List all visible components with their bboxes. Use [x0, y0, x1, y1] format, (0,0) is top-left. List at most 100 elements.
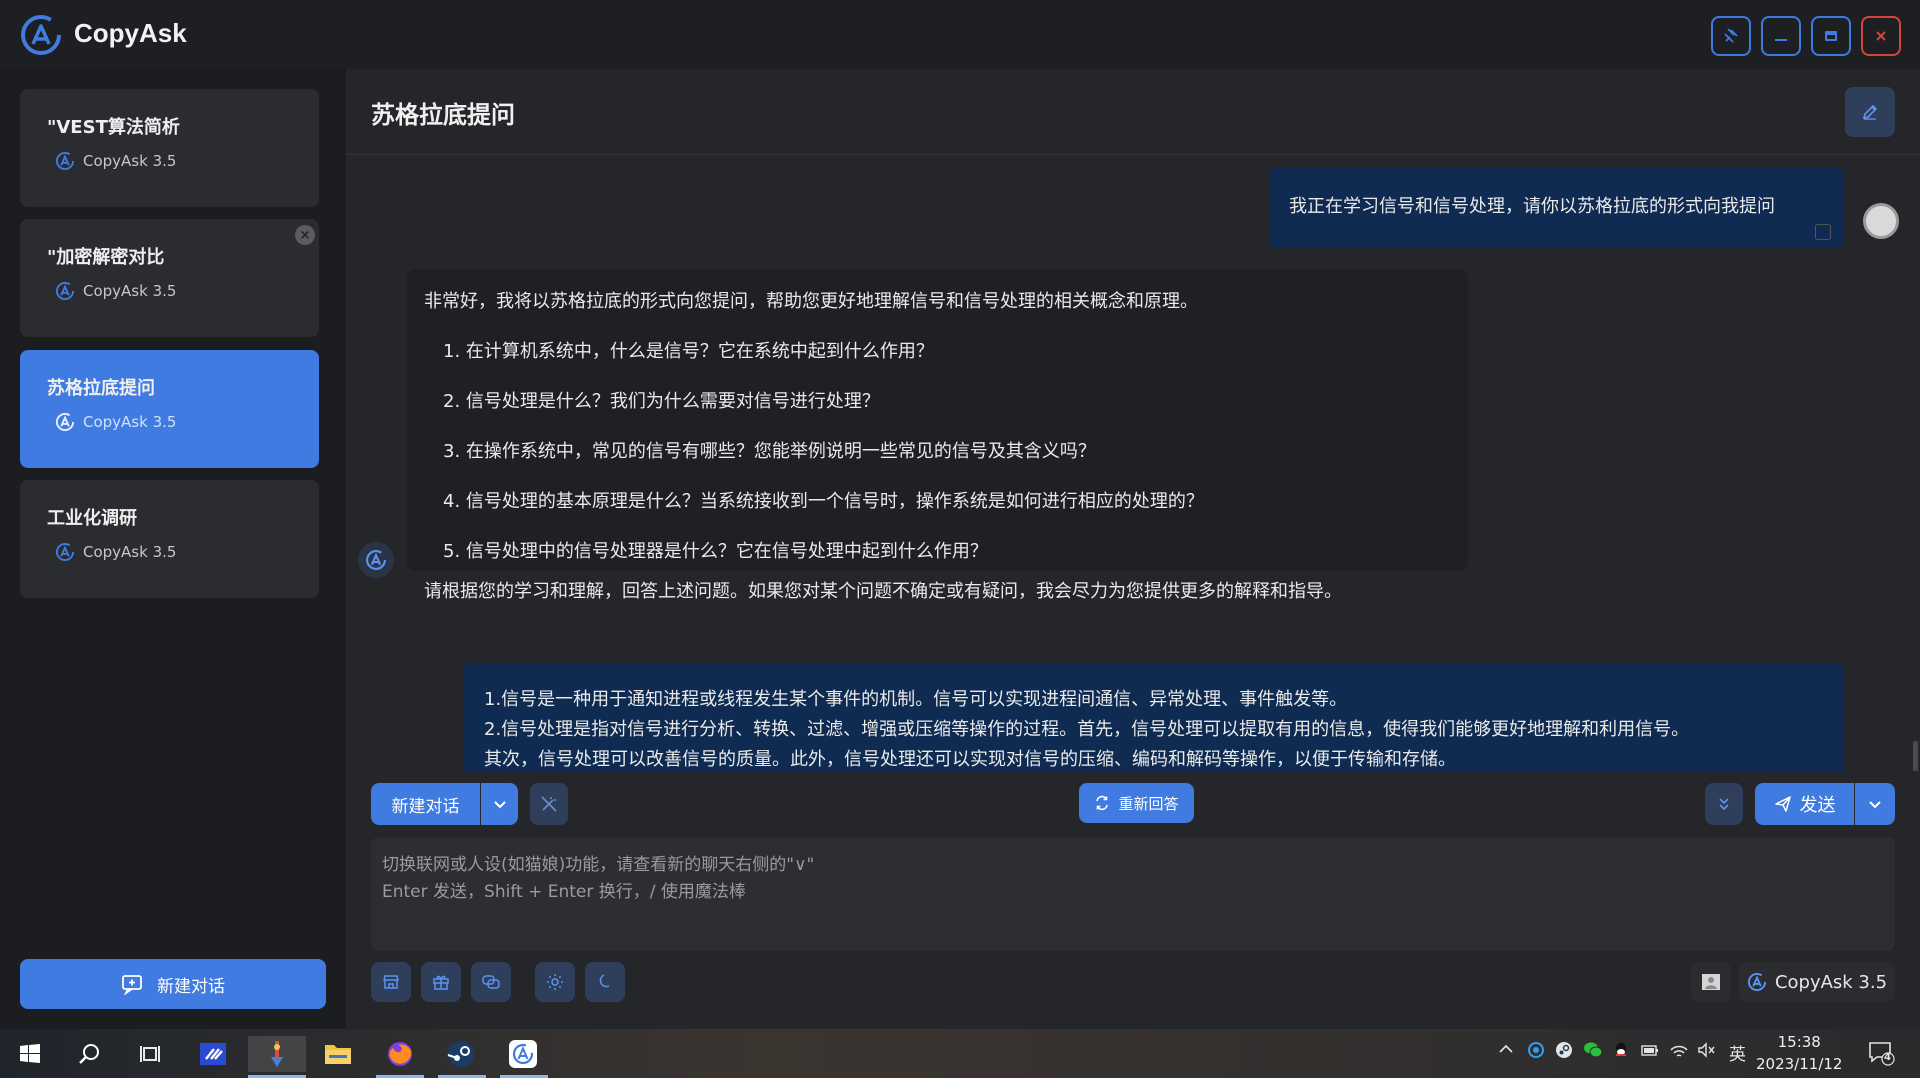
new-chat-label: 新建对话: [391, 796, 460, 817]
gift-button[interactable]: [421, 962, 461, 1002]
copyask-logo-icon: [55, 412, 75, 432]
notification-count: 4: [1884, 1052, 1891, 1063]
taskbar-app[interactable]: [380, 1036, 420, 1072]
tray-qq-icon[interactable]: [1613, 1041, 1629, 1063]
title-bar: CopyAsk: [0, 0, 1920, 69]
task-view-button[interactable]: [130, 1036, 170, 1072]
send-button[interactable]: 发送: [1755, 783, 1854, 825]
theme-toggle-button[interactable]: [585, 962, 625, 1002]
chevron-down-icon: [1869, 801, 1881, 809]
conversation-model: CopyAsk 3.5: [55, 412, 176, 432]
taskbar-app[interactable]: [441, 1036, 481, 1072]
regenerate-label: 重新回答: [1118, 794, 1179, 813]
chat-title: 苏格拉底提问: [371, 101, 515, 129]
tray-battery-icon[interactable]: [1640, 1041, 1660, 1063]
copy-icon[interactable]: [1815, 224, 1831, 240]
app-name: CopyAsk: [74, 18, 187, 48]
tray-app-icon[interactable]: [1527, 1041, 1545, 1063]
model-selector-label: CopyAsk 3.5: [1774, 971, 1888, 993]
tray-wifi-icon[interactable]: [1669, 1041, 1689, 1063]
ime-indicator[interactable]: 英: [1729, 1040, 1746, 1065]
conversation-title: 苏格拉底提问: [47, 378, 155, 399]
tray-steam-icon[interactable]: [1555, 1041, 1573, 1063]
start-button[interactable]: [10, 1036, 50, 1072]
message-line: 5. 信号处理中的信号处理器是什么？它在信号处理中起到什么作用？: [443, 541, 988, 562]
settings-icon: [547, 974, 563, 990]
message-input[interactable]: 切换联网或人设(如猫娘)功能，请查看新的聊天右侧的"∨" Enter 发送，Sh…: [371, 837, 1895, 951]
close-icon: [1876, 31, 1886, 41]
message-line: 1. 在计算机系统中，什么是信号？它在系统中起到什么作用？: [443, 341, 934, 362]
magic-wand-off-icon: [541, 796, 557, 812]
conversation-item[interactable]: "VEST算法简析 CopyAsk 3.5: [20, 89, 319, 207]
copyask-logo-icon: [55, 542, 75, 562]
folder-icon: [325, 1045, 351, 1064]
taskbar-app[interactable]: [318, 1036, 358, 1072]
user-avatar: [1863, 203, 1899, 239]
store-button[interactable]: [371, 962, 411, 1002]
notification-center-icon[interactable]: 4: [1867, 1039, 1895, 1071]
minimize-button[interactable]: [1761, 16, 1801, 56]
conversation-item[interactable]: 工业化调研 CopyAsk 3.5: [20, 480, 319, 598]
store-icon: [383, 975, 399, 989]
chat-panel: 苏格拉底提问 我正在学习信号和信号处理，请你以苏格拉底的形式向我提问 非常好，我…: [346, 69, 1920, 1029]
search-icon: [79, 1044, 99, 1064]
search-button[interactable]: [70, 1036, 110, 1072]
os-taskbar: 英 15:38 2023/11/12 4: [0, 1029, 1920, 1078]
system-clock[interactable]: 15:38 2023/11/12: [1756, 1031, 1842, 1075]
task-view-icon: [140, 1046, 160, 1062]
conversation-title: 工业化调研: [47, 508, 137, 529]
model-label: CopyAsk 3.5: [83, 413, 177, 431]
user-message: 1.信号是一种用于通知进程或线程发生某个事件的机制。信号可以实现进程间通信、异常…: [463, 663, 1843, 771]
avatar-settings-button[interactable]: [1691, 962, 1731, 1002]
tray-wechat-icon[interactable]: [1583, 1041, 1603, 1063]
clock-time: 15:38: [1777, 1033, 1821, 1051]
tray-volume-muted-icon[interactable]: [1697, 1041, 1717, 1063]
delete-conversation-icon[interactable]: ×: [295, 225, 315, 245]
message-line: 非常好，我将以苏格拉底的形式向您提问，帮助您更好地理解信号和信号处理的相关概念和…: [424, 291, 1198, 312]
conversation-item-active[interactable]: 苏格拉底提问 CopyAsk 3.5: [20, 350, 319, 468]
refresh-icon: [1096, 795, 1109, 811]
chats-button[interactable]: [471, 962, 511, 1002]
tray-overflow-icon[interactable]: [1498, 1041, 1514, 1061]
windows-logo-icon: [20, 1044, 40, 1063]
edit-title-button[interactable]: [1845, 87, 1895, 137]
message-list: 我正在学习信号和信号处理，请你以苏格拉底的形式向我提问 非常好，我将以苏格拉底的…: [346, 156, 1920, 771]
model-selector[interactable]: CopyAsk 3.5: [1739, 962, 1895, 1002]
send-icon: [1774, 796, 1791, 812]
taskbar-app-active[interactable]: [248, 1036, 306, 1072]
pin-button[interactable]: [1711, 16, 1751, 56]
chevron-down-icon: [493, 801, 506, 809]
gift-icon: [433, 975, 449, 990]
magic-wand-button[interactable]: [530, 783, 568, 825]
copyask-logo-icon: [509, 1040, 537, 1068]
conversation-title: "加密解密对比: [47, 247, 165, 268]
close-button[interactable]: [1861, 16, 1901, 56]
new-chat-label: 新建对话: [157, 976, 225, 997]
model-label: CopyAsk 3.5: [83, 282, 177, 300]
regenerate-button[interactable]: 重新回答: [1079, 783, 1194, 823]
message-text: 我正在学习信号和信号处理，请你以苏格拉底的形式向我提问: [1289, 196, 1775, 217]
input-placeholder-hint: Enter 发送，Shift + Enter 换行，/ 使用魔法棒: [382, 882, 746, 902]
message-line: 3. 在操作系统中，常见的信号有哪些？您能举例说明一些常见的信号及其含义吗？: [443, 441, 1096, 462]
maximize-icon: [1825, 31, 1837, 41]
send-options-dropdown[interactable]: [1855, 783, 1895, 825]
new-chat-dropdown[interactable]: [481, 783, 518, 825]
maximize-button[interactable]: [1811, 16, 1851, 56]
conversation-model: CopyAsk 3.5: [55, 542, 176, 562]
taskbar-app-copyask[interactable]: [503, 1036, 543, 1072]
settings-button[interactable]: [535, 962, 575, 1002]
copyask-logo-icon: [21, 15, 61, 55]
conversation-title: "VEST算法简析: [47, 117, 180, 138]
user-message: 我正在学习信号和信号处理，请你以苏格拉底的形式向我提问: [1269, 168, 1843, 248]
taskbar-app[interactable]: [193, 1036, 233, 1072]
clock-date: 2023/11/12: [1756, 1055, 1843, 1073]
new-chat-button[interactable]: 新建对话: [20, 959, 326, 1009]
new-chat-button[interactable]: 新建对话: [371, 783, 480, 825]
copyask-logo-icon: [55, 151, 75, 171]
moon-icon: [599, 974, 610, 988]
edit-icon: [1862, 104, 1878, 120]
conversation-item[interactable]: × "加密解密对比 CopyAsk 3.5: [20, 219, 319, 337]
copyask-logo-icon: [366, 550, 386, 570]
scrollbar-thumb[interactable]: [1913, 741, 1918, 771]
scroll-bottom-button[interactable]: [1705, 783, 1743, 825]
